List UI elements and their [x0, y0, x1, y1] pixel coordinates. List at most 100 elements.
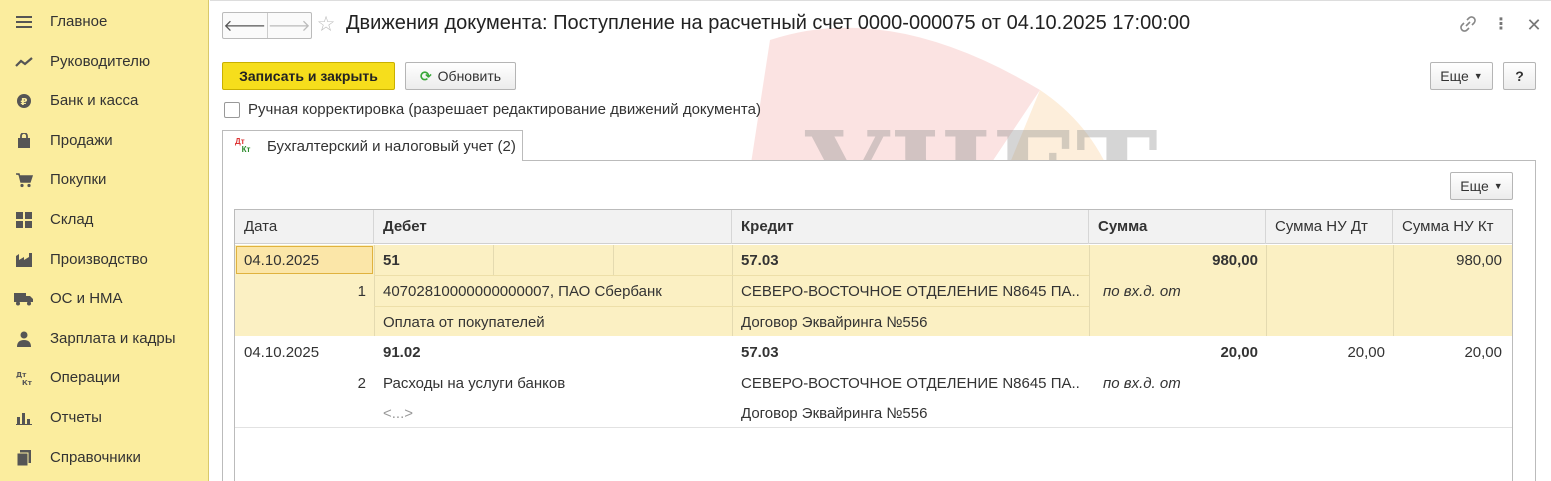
col-debit[interactable]: Дебет — [374, 210, 732, 244]
dt-kt-icon: Дт Кт — [235, 138, 250, 154]
row-sum: 20,00 — [1220, 344, 1258, 361]
tab-label: Бухгалтерский и налоговый учет (2) — [267, 137, 516, 155]
bar-chart-icon — [14, 408, 34, 428]
cart-icon — [14, 170, 34, 190]
sidebar-item-label: Продажи — [50, 132, 113, 149]
sidebar-item-warehouse[interactable]: Склад — [0, 200, 209, 239]
row-debit-sub2: <...> — [383, 405, 414, 422]
panel-more-label: Еще — [1460, 178, 1489, 194]
sidebar-item-label: Справочники — [50, 449, 141, 466]
sidebar-item-label: ОС и НМА — [50, 290, 123, 307]
bag-icon — [14, 131, 34, 151]
favorite-star-icon[interactable]: ☆ — [314, 13, 338, 37]
forward-button[interactable]: 🡒 — [266, 13, 312, 38]
table-row[interactable]: 04.10.2025 1 51 40702810000000000007, ПА… — [235, 245, 1512, 336]
row-number: 2 — [357, 375, 366, 392]
row-credit-sub2: Договор Эквайринга №556 — [741, 405, 928, 422]
sidebar-item-salary[interactable]: Зарплата и кадры — [0, 319, 209, 358]
help-button[interactable]: ? — [1503, 62, 1536, 90]
sidebar-item-label: Операции — [50, 369, 121, 386]
row-debit: 91.02 — [383, 344, 421, 361]
row-sum-note: по вх.д. от — [1103, 283, 1181, 300]
dropdown-arrow-icon: ▼ — [1473, 71, 1483, 81]
col-sum[interactable]: Сумма — [1089, 210, 1266, 244]
more-vertical-icon[interactable]: ⋮ — [1491, 15, 1511, 35]
entries-table[interactable]: Дата Дебет Кредит Сумма Сумма НУ Дт Сумм… — [234, 209, 1513, 481]
row-nu-kt: 20,00 — [1464, 344, 1502, 361]
arrow-right-icon: 🡒 — [267, 18, 311, 35]
dropdown-arrow-icon: ▼ — [1493, 181, 1503, 191]
row-date: 04.10.2025 — [244, 344, 320, 361]
sidebar-item-label: Банк и касса — [50, 92, 139, 109]
row-debit: 51 — [383, 252, 400, 269]
row-number: 1 — [357, 283, 366, 300]
close-icon[interactable]: ✕ — [1524, 15, 1544, 35]
trend-icon — [14, 52, 34, 72]
panel-more-button[interactable]: Еще ▼ — [1450, 172, 1513, 200]
row-nu-kt: 980,00 — [1456, 252, 1502, 269]
coin-icon: ₽ — [14, 91, 34, 111]
sidebar: Главное Руководителю ₽ Банк и касса Прод… — [0, 0, 209, 481]
link-icon[interactable] — [1458, 15, 1478, 35]
manual-edit-row: Ручная корректировка (разрешает редактир… — [224, 101, 761, 118]
more-label: Еще — [1440, 68, 1469, 84]
svg-text:Кт: Кт — [22, 379, 32, 386]
more-button[interactable]: Еще ▼ — [1430, 62, 1493, 90]
manual-edit-checkbox[interactable] — [224, 101, 240, 118]
sidebar-item-bank[interactable]: ₽ Банк и касса — [0, 81, 209, 120]
svg-text:Дт: Дт — [16, 371, 27, 379]
sidebar-item-label: Главное — [50, 13, 108, 30]
col-date[interactable]: Дата — [235, 210, 374, 244]
sidebar-item-label: Руководителю — [50, 53, 151, 70]
row-debit-sub1: 40702810000000000007, ПАО Сбербанк — [383, 283, 662, 300]
manual-edit-label[interactable]: Ручная корректировка (разрешает редактир… — [248, 101, 761, 118]
sidebar-item-sales[interactable]: Продажи — [0, 121, 209, 160]
sidebar-item-production[interactable]: Производство — [0, 240, 209, 279]
sidebar-item-label: Покупки — [50, 171, 107, 188]
arrow-left-icon: 🡐 — [223, 18, 267, 35]
sidebar-item-operations[interactable]: Дт Кт Операции — [0, 358, 209, 397]
row-credit-sub1: СЕВЕРО-ВОСТОЧНОЕ ОТДЕЛЕНИЕ N8645 ПА... — [741, 375, 1081, 392]
sidebar-item-assets[interactable]: ОС и НМА — [0, 279, 209, 318]
row-sum: 980,00 — [1212, 252, 1258, 269]
refresh-button[interactable]: ⟳ Обновить — [405, 62, 516, 90]
sidebar-item-references[interactable]: Справочники — [0, 438, 209, 477]
table-header: Дата Дебет Кредит Сумма Сумма НУ Дт Сумм… — [235, 210, 1512, 244]
sidebar-item-reports[interactable]: Отчеты — [0, 398, 209, 437]
sidebar-item-label: Отчеты — [50, 409, 102, 426]
refresh-label: Обновить — [437, 68, 502, 84]
top-divider — [210, 0, 1551, 1]
main-content: УЧЕТ БЕЗ ЗАБОТ 🡐 🡒 ☆ Движения документа:… — [210, 0, 1551, 481]
kt-label: Кт — [241, 145, 251, 154]
sidebar-item-label: Производство — [50, 251, 148, 268]
table-row[interactable]: 04.10.2025 2 91.02 Расходы на услуги бан… — [235, 336, 1512, 428]
row-credit: 57.03 — [741, 344, 779, 361]
row-sum-note: по вх.д. от — [1103, 375, 1181, 392]
sidebar-item-main[interactable]: Главное — [0, 2, 209, 41]
menu-icon — [14, 12, 34, 32]
sidebar-item-purchases[interactable]: Покупки — [0, 160, 209, 199]
back-button[interactable]: 🡐 — [223, 13, 267, 38]
factory-icon — [14, 250, 34, 270]
tab-accounting[interactable]: Дт Кт Бухгалтерский и налоговый учет (2) — [222, 130, 523, 161]
row-credit-sub2: Договор Эквайринга №556 — [741, 314, 928, 331]
col-credit[interactable]: Кредит — [732, 210, 1089, 244]
col-sum-nu-dt[interactable]: Сумма НУ Дт — [1266, 210, 1393, 244]
history-nav: 🡐 🡒 — [222, 12, 312, 39]
row-debit-sub1: Расходы на услуги банков — [383, 375, 566, 392]
save-and-close-button[interactable]: Записать и закрыть — [222, 62, 395, 90]
refresh-icon: ⟳ — [419, 67, 432, 84]
row-date: 04.10.2025 — [244, 252, 320, 269]
dt-kt-icon: Дт Кт — [14, 368, 34, 388]
row-debit-sub2: Оплата от покупателей — [383, 314, 545, 331]
col-sum-nu-kt[interactable]: Сумма НУ Кт — [1393, 210, 1512, 244]
row-credit-sub1: СЕВЕРО-ВОСТОЧНОЕ ОТДЕЛЕНИЕ N8645 ПА... — [741, 283, 1081, 300]
truck-icon — [14, 289, 34, 309]
sidebar-item-label: Зарплата и кадры — [50, 330, 176, 347]
svg-text:₽: ₽ — [21, 97, 28, 108]
sidebar-item-label: Склад — [50, 211, 94, 228]
sidebar-item-manager[interactable]: Руководителю — [0, 42, 209, 81]
warehouse-icon — [14, 210, 34, 230]
row-credit: 57.03 — [741, 252, 779, 269]
books-icon — [14, 448, 34, 468]
